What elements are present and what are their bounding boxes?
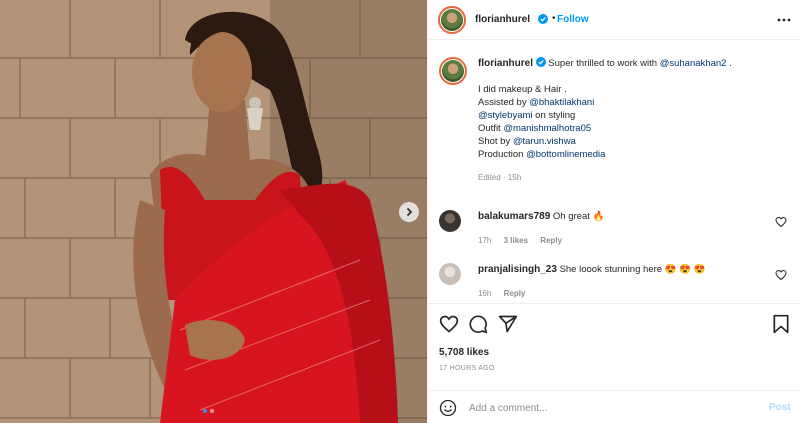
comment-meta: 16h Reply (478, 289, 535, 298)
comment-likes[interactable]: 3 likes (504, 236, 528, 245)
author-avatar[interactable] (438, 6, 466, 34)
caption-text: Production (478, 149, 524, 160)
caption-line: Production @bottomlinemedia (478, 148, 788, 161)
mention-link[interactable]: @stylebyami (478, 110, 533, 121)
likes-count[interactable]: 5,708 likes (439, 347, 489, 358)
follow-button[interactable]: Follow (557, 14, 589, 25)
caption-line: Assisted by @bhaktilakhani (478, 96, 788, 109)
mention-link[interactable]: @bhaktilakhani (529, 97, 594, 108)
caption-text: Shot by (478, 136, 511, 147)
carousel-dot (210, 409, 214, 413)
caption-line: I did makeup & Hair . (478, 84, 567, 95)
next-slide-icon (406, 207, 413, 217)
follow-separator: • (552, 13, 556, 24)
commenter-avatar[interactable] (439, 263, 461, 285)
carousel-indicator (203, 409, 214, 413)
like-heart-icon[interactable] (439, 314, 459, 334)
caption-line: Shot by @tarun.vishwa (478, 135, 788, 148)
comment-time: 17h (478, 236, 492, 245)
comment-emoji: 🔥 (592, 211, 605, 222)
mention-link[interactable]: @suhanakhan2 (660, 58, 727, 69)
caption-text: on styling (535, 110, 576, 121)
post-header: florianhurel • Follow (428, 0, 800, 40)
carousel-dot-active (203, 409, 207, 413)
comment-meta: 17h 3 likes Reply (478, 236, 572, 245)
comment-text: balakumars789 Oh great 🔥 (478, 210, 604, 223)
post-actions: 5,708 likes 17 HOURS AGO (428, 303, 800, 403)
comment-body: Oh great (552, 211, 590, 222)
caption-line: Outfit @manishmalhotra05 (478, 122, 788, 135)
share-icon[interactable] (498, 314, 518, 334)
caption-avatar[interactable] (439, 57, 467, 85)
caption-first-line: florianhurel Super thrilled to work with… (478, 57, 788, 70)
caption-intro: Super thrilled to work with (548, 58, 658, 69)
caption-meta: Edited · 15h (478, 173, 522, 182)
comment-icon[interactable] (468, 314, 488, 334)
comment-text: pranjalisingh_23 She loook stunning here… (478, 263, 705, 276)
caption-username[interactable]: florianhurel (478, 58, 533, 69)
post-side-panel: florianhurel • Follow florianhurel Super… (427, 0, 800, 423)
heart-icon[interactable] (775, 269, 787, 281)
comment-body: She loook stunning here (559, 264, 663, 275)
next-slide-button[interactable] (399, 202, 419, 222)
reply-button[interactable]: Reply (540, 236, 562, 245)
comment-emoji: 😍 😍 😍 (664, 264, 706, 275)
comment-username[interactable]: pranjalisingh_23 (478, 264, 557, 275)
caption-text: Outfit (478, 123, 501, 134)
heart-icon[interactable] (775, 216, 787, 228)
add-comment-bar: Post (428, 390, 800, 423)
caption-intro-end: . (729, 58, 732, 69)
mention-link[interactable]: @manishmalhotra05 (503, 123, 591, 134)
mention-link[interactable]: @tarun.vishwa (513, 136, 576, 147)
post-comment-button[interactable]: Post (769, 402, 791, 413)
caption-text: Assisted by (478, 97, 527, 108)
emoji-icon[interactable] (439, 399, 457, 417)
mention-link[interactable]: @bottomlinemedia (526, 149, 605, 160)
commenter-avatar[interactable] (439, 210, 461, 232)
comment-input[interactable] (469, 399, 739, 417)
verified-badge-icon (538, 14, 548, 24)
comment-time: 16h (478, 289, 492, 298)
photo-illustration (0, 0, 427, 423)
bookmark-icon[interactable] (771, 314, 791, 334)
author-username[interactable]: florianhurel (475, 14, 530, 25)
post-photo[interactable] (0, 0, 427, 423)
caption-line: @stylebyami on styling (478, 109, 788, 122)
more-options-icon[interactable] (776, 12, 792, 28)
comment-username[interactable]: balakumars789 (478, 211, 550, 222)
reply-button[interactable]: Reply (504, 289, 526, 298)
caption-body: florianhurel Super thrilled to work with… (478, 57, 788, 184)
verified-badge-icon (535, 57, 546, 67)
instagram-post: florianhurel • Follow florianhurel Super… (0, 0, 800, 423)
post-timestamp[interactable]: 17 HOURS AGO (439, 365, 495, 372)
